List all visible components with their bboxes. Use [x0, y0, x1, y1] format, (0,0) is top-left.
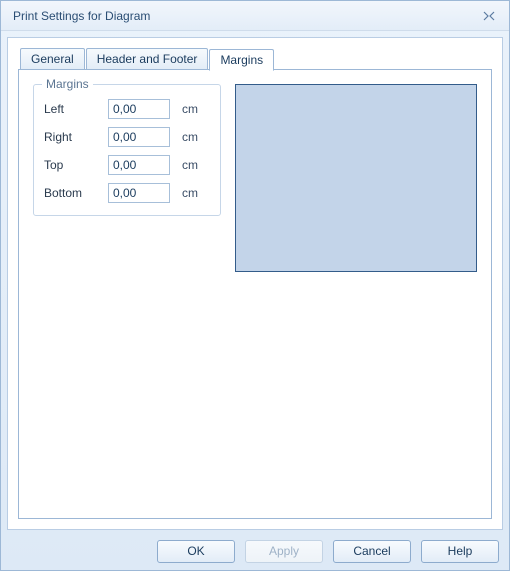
margin-right-input[interactable] [108, 127, 170, 147]
dialog-button-row: OK Apply Cancel Help [1, 536, 509, 570]
margin-right-unit: cm [182, 130, 198, 144]
margin-top-row: Top cm [44, 155, 210, 175]
tab-general[interactable]: General [20, 48, 85, 70]
tab-header-footer[interactable]: Header and Footer [86, 48, 209, 70]
page-preview [235, 84, 477, 272]
margin-top-unit: cm [182, 158, 198, 172]
margin-bottom-input[interactable] [108, 183, 170, 203]
margin-right-row: Right cm [44, 127, 210, 147]
margin-left-input[interactable] [108, 99, 170, 119]
tab-margins[interactable]: Margins [209, 49, 274, 71]
margin-top-input[interactable] [108, 155, 170, 175]
help-button[interactable]: Help [421, 540, 499, 563]
margin-left-unit: cm [182, 102, 198, 116]
tab-page-margins: Margins Left cm Right cm Top cm [18, 69, 492, 519]
titlebar: Print Settings for Diagram [1, 1, 509, 31]
tab-strip: General Header and Footer Margins [20, 46, 492, 70]
client-area: General Header and Footer Margins Margin… [7, 37, 503, 530]
margin-bottom-label: Bottom [44, 186, 102, 200]
margin-bottom-row: Bottom cm [44, 183, 210, 203]
ok-button[interactable]: OK [157, 540, 235, 563]
margins-groupbox: Margins Left cm Right cm Top cm [33, 84, 221, 216]
window-title: Print Settings for Diagram [13, 9, 477, 23]
margin-left-label: Left [44, 102, 102, 116]
cancel-button[interactable]: Cancel [333, 540, 411, 563]
margin-left-row: Left cm [44, 99, 210, 119]
margin-top-label: Top [44, 158, 102, 172]
apply-button[interactable]: Apply [245, 540, 323, 563]
margin-bottom-unit: cm [182, 186, 198, 200]
groupbox-title: Margins [42, 77, 93, 91]
margin-right-label: Right [44, 130, 102, 144]
close-icon[interactable] [477, 7, 501, 25]
dialog-window: Print Settings for Diagram General Heade… [0, 0, 510, 571]
